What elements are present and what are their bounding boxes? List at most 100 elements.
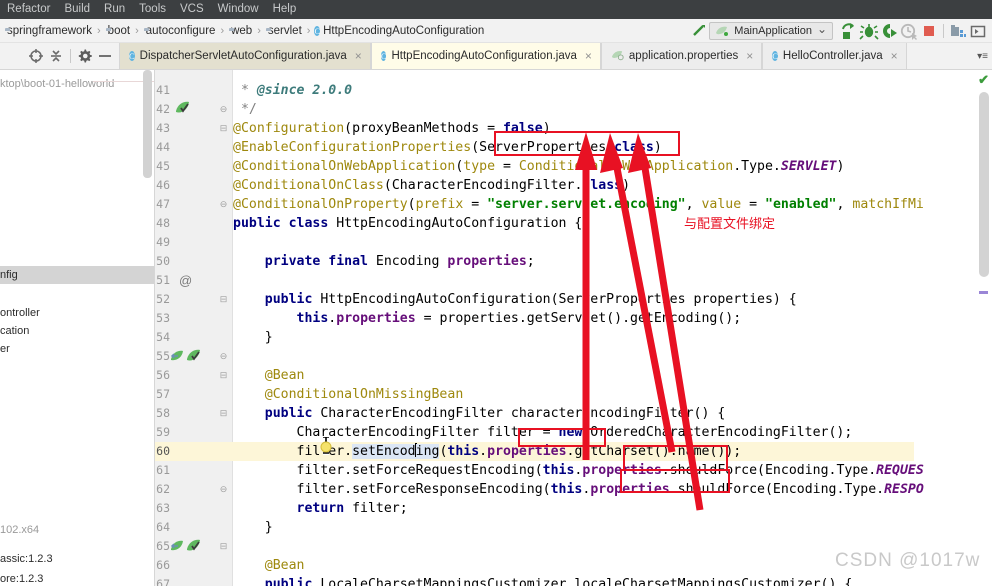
code-line-45: @ConditionalOnWebApplication(type = Cond… <box>233 159 845 174</box>
breadcrumb-item-autoconfigure[interactable]: autoconfigure <box>143 25 217 37</box>
editor-gutter[interactable]: 41 42 43 44 45 46 47 48 49 50 51 52 53 54 55 56 57 58 59 60… <box>155 70 233 586</box>
hide-icon[interactable] <box>95 46 115 66</box>
chevron-down-icon[interactable]: ⌄ <box>817 22 827 36</box>
editor-scrollbar[interactable] <box>979 92 989 277</box>
tab-close-icon[interactable]: × <box>355 50 362 62</box>
project-structure-icon[interactable] <box>948 21 968 41</box>
breadcrumb-separator: › <box>257 24 261 37</box>
tab-overflow-icon: ▾≡ <box>977 50 988 62</box>
arrow-up-left-icon[interactable] <box>689 21 709 41</box>
code-line-56: @Bean <box>264 368 305 383</box>
sidebar-item-config[interactable]: nfig <box>0 266 155 284</box>
settings-gear-icon[interactable] <box>75 46 95 66</box>
breadcrumb-item-springframework[interactable]: springframework <box>4 25 93 37</box>
run-with-coverage-icon[interactable] <box>879 21 899 41</box>
java-class-icon: C <box>129 51 135 61</box>
tab-application-properties[interactable]: application.properties × <box>600 43 763 69</box>
inspection-ok-icon[interactable]: ✔ <box>978 72 989 88</box>
code-line-54: } <box>233 330 273 345</box>
breadcrumb-separator: › <box>135 24 139 37</box>
code-line-52: public HttpEncodingAutoConfiguration(Ser… <box>264 292 797 307</box>
fold-marker[interactable]: ⊖ <box>217 347 230 366</box>
fold-marker[interactable]: ⊟ <box>217 119 230 138</box>
line-number: 61 <box>156 463 170 477</box>
breadcrumb-label: HttpEncodingAutoConfiguration <box>323 24 485 37</box>
tab-http-encoding-auto-configuration[interactable]: C HttpEncodingAutoConfiguration.java × <box>370 43 601 69</box>
sidebar-item-controller[interactable]: ontroller <box>0 304 40 322</box>
at-sign-gutter-icon[interactable]: @ <box>179 271 197 290</box>
fold-marker[interactable]: ⊟ <box>217 404 230 423</box>
project-tool-window[interactable]: ktop\boot-01-helloworld nfig ontroller c… <box>0 70 155 586</box>
fold-marker[interactable]: ⊟ <box>217 366 230 385</box>
intention-bulb-icon[interactable] <box>318 440 334 456</box>
sidebar-item-application[interactable]: cation <box>0 322 29 340</box>
profiler-icon[interactable] <box>899 21 919 41</box>
project-path-label: ktop\boot-01-helloworld <box>0 78 115 90</box>
line-number: 44 <box>156 140 170 154</box>
locate-icon[interactable] <box>26 46 46 66</box>
run-icon[interactable] <box>839 21 859 41</box>
run-configuration-selector[interactable]: MainApplication ⌄ <box>709 22 833 40</box>
menu-item-run[interactable]: Run <box>97 0 132 19</box>
tab-close-icon[interactable]: × <box>746 50 753 62</box>
ide-window: Refactor Build Run Tools VCS Window Help… <box>0 0 992 586</box>
breadcrumb-item-boot[interactable]: boot <box>105 25 131 37</box>
line-number: 41 <box>156 83 170 97</box>
menu-item-tools[interactable]: Tools <box>132 0 173 19</box>
collapse-all-icon[interactable] <box>46 46 66 66</box>
line-number: 55 <box>156 349 170 363</box>
menu-item-vcs[interactable]: VCS <box>173 0 211 19</box>
breadcrumb-item-class[interactable]: C HttpEncodingAutoConfiguration <box>314 25 485 37</box>
breadcrumb-separator: › <box>306 24 311 37</box>
toolbar-divider <box>943 24 944 38</box>
fold-marker[interactable]: ⊟ <box>217 537 230 556</box>
line-number: 42 <box>156 102 170 116</box>
breadcrumb-item-servlet[interactable]: servlet <box>265 25 303 37</box>
annotation-note-label: 与配置文件绑定 <box>684 217 776 232</box>
menu-item-help[interactable]: Help <box>266 0 304 19</box>
sidebar-item-other[interactable]: er <box>0 340 10 358</box>
fold-marker[interactable]: ⊖ <box>217 195 230 214</box>
tab-overflow-button[interactable]: ▾≡ <box>973 43 992 69</box>
breadcrumb-item-web[interactable]: web <box>228 25 253 37</box>
line-number: 64 <box>156 520 170 534</box>
java-class-icon: C <box>380 51 387 61</box>
properties-line62-annotation-box <box>620 469 730 493</box>
fold-marker[interactable]: ⊖ <box>217 100 230 119</box>
tab-close-icon[interactable]: × <box>891 50 898 62</box>
line-number: 57 <box>156 387 170 401</box>
code-line-67: public LocaleCharsetMappingsCustomizer l… <box>264 577 853 586</box>
breadcrumb-label: boot <box>107 24 131 37</box>
tab-label: HelloController.java <box>782 50 883 62</box>
line-number: 48 <box>156 216 170 230</box>
properties-line60-annotation-box <box>518 428 606 447</box>
tab-dispatcher-servlet-auto-configuration[interactable]: C DispatcherServletAutoConfiguration.jav… <box>119 43 371 69</box>
sidebar-footer-lib-1: assic:1.2.3 <box>0 553 53 565</box>
tab-close-icon[interactable]: × <box>585 50 592 62</box>
fold-marker[interactable]: ⊖ <box>217 480 230 499</box>
bean-candidate-gutter-icon[interactable] <box>169 537 203 556</box>
line-number: 43 <box>156 121 170 135</box>
tab-hello-controller[interactable]: C HelloController.java × <box>762 43 907 69</box>
menu-item-build[interactable]: Build <box>57 0 97 19</box>
sidebar-scrollbar[interactable] <box>143 70 152 178</box>
code-line-66: @Bean <box>264 558 305 573</box>
terminal-icon[interactable] <box>968 21 988 41</box>
menu-item-window[interactable]: Window <box>211 0 266 19</box>
fold-marker[interactable]: ⊟ <box>217 290 230 309</box>
code-line-57: @ConditionalOnMissingBean <box>264 387 464 402</box>
tab-label: application.properties <box>628 50 739 62</box>
spring-properties-icon <box>611 49 624 64</box>
debug-icon[interactable] <box>859 21 879 41</box>
code-line-58: public CharacterEncodingFilter character… <box>264 406 726 421</box>
csdn-watermark: CSDN @1017w <box>835 550 981 571</box>
bean-candidate-gutter-icon[interactable] <box>169 347 203 366</box>
editor-tab-bar: C DispatcherServletAutoConfiguration.jav… <box>0 43 992 70</box>
scrollbar-marker <box>979 291 988 294</box>
breadcrumb-separator: › <box>97 24 101 37</box>
stop-icon[interactable] <box>919 21 939 41</box>
bean-gutter-icon[interactable] <box>175 100 193 119</box>
properties-line61-annotation-box <box>623 445 728 471</box>
code-line-63: return filter; <box>296 501 408 516</box>
menu-item-refactor[interactable]: Refactor <box>0 0 57 19</box>
